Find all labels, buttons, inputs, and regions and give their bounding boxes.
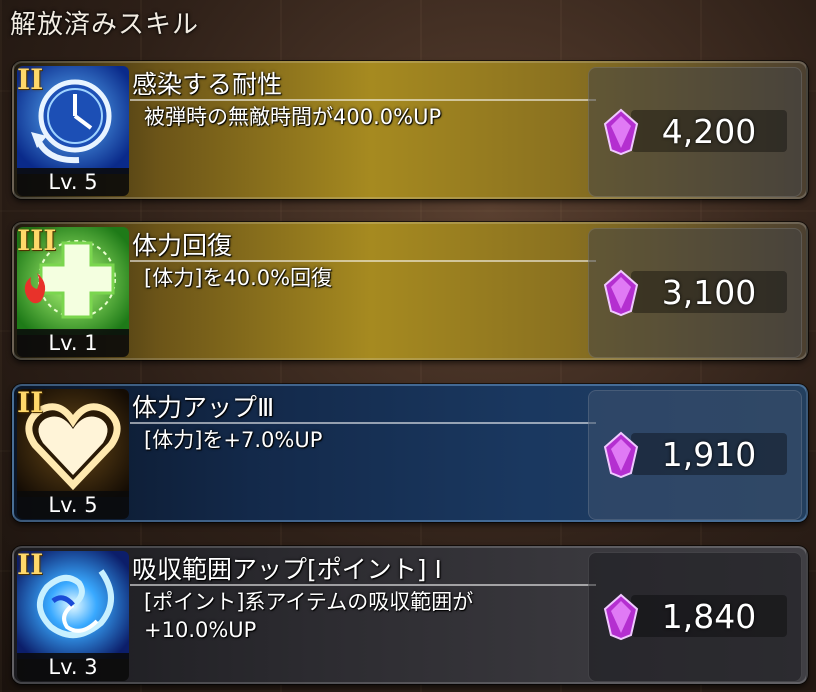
divider [130, 422, 596, 424]
divider [130, 99, 596, 101]
divider [130, 260, 596, 262]
skill-level: Lv. 5 [17, 168, 129, 196]
cost-button[interactable]: 1,910 [588, 390, 802, 520]
skill-rank: III [17, 224, 57, 257]
skill-rank: II [17, 548, 44, 581]
skill-level: Lv. 1 [17, 329, 129, 357]
gem-icon [603, 269, 639, 317]
skill-level: Lv. 3 [17, 653, 129, 681]
skill-card[interactable]: Lv. 5 II 体力アップⅢ [体力]を+7.0%UP 1,910 [12, 384, 808, 522]
gem-icon [603, 593, 639, 641]
skill-level: Lv. 5 [17, 491, 129, 519]
gem-icon [603, 431, 639, 479]
skill-name: 体力アップⅢ [132, 393, 275, 422]
gem-icon [603, 108, 639, 156]
divider [130, 584, 596, 586]
skill-rank: II [17, 386, 44, 419]
page-title: 解放済みスキル [10, 10, 200, 40]
cost-value: 1,840 [661, 597, 757, 636]
skill-card[interactable]: Lv. 5 II 感染する耐性 被弾時の無敵時間が400.0%UP 4,200 [12, 61, 808, 199]
skill-name: 感染する耐性 [132, 70, 283, 99]
skill-description: 被弾時の無敵時間が400.0%UP [144, 105, 442, 129]
cost-button[interactable]: 1,840 [588, 552, 802, 682]
skill-name: 吸収範囲アップ[ポイント] Ⅰ [132, 555, 442, 584]
skill-card[interactable]: Lv. 3 II 吸収範囲アップ[ポイント] Ⅰ [ポイント]系アイテムの吸収範… [12, 546, 808, 684]
skill-description: [体力]を40.0%回復 [144, 266, 333, 290]
cost-value: 3,100 [661, 273, 757, 312]
skill-description: [体力]を+7.0%UP [144, 428, 323, 452]
cost-button[interactable]: 3,100 [588, 228, 802, 358]
skill-rank: II [17, 63, 44, 96]
skill-name: 体力回復 [132, 231, 233, 260]
skill-description: [ポイント]系アイテムの吸収範囲が+10.0%UP [144, 590, 474, 642]
cost-value: 1,910 [661, 435, 757, 474]
cost-button[interactable]: 4,200 [588, 67, 802, 197]
cost-value: 4,200 [661, 112, 757, 151]
skill-card[interactable]: Lv. 1 III 体力回復 [体力]を40.0%回復 3,100 [12, 222, 808, 360]
